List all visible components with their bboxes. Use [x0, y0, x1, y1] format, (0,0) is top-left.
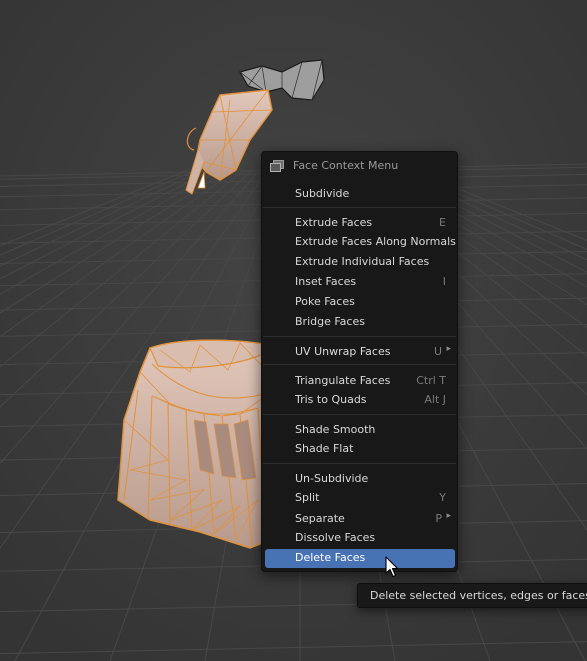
- menu-item-dissolve-faces[interactable]: Dissolve Faces: [265, 529, 455, 548]
- menu-item-shortcut: Ctrl T: [416, 374, 446, 387]
- menu-separator: [263, 463, 456, 464]
- menu-item-tris-to-quads[interactable]: Tris to Quads Alt J: [265, 391, 455, 410]
- menu-item-label: Inset Faces: [295, 275, 357, 288]
- menu-separator: [263, 414, 456, 415]
- menu-item-label: Extrude Faces Along Normals: [295, 235, 456, 248]
- menu-item-shortcut: Alt J: [424, 393, 446, 406]
- submenu-arrow-icon: ▸: [446, 511, 451, 521]
- menu-item-label: Poke Faces: [295, 295, 355, 308]
- menu-item-subdivide[interactable]: Subdivide: [265, 185, 455, 204]
- menu-item-label: Triangulate Faces: [295, 374, 391, 387]
- menu-item-label: Delete Faces: [295, 551, 366, 564]
- menu-item-shade-flat[interactable]: Shade Flat: [265, 440, 455, 459]
- menu-item-label: UV Unwrap Faces: [295, 345, 391, 358]
- menu-header: Face Context Menu: [262, 152, 457, 180]
- menu-item-shortcut: E: [439, 216, 446, 229]
- menu-item-extrude-faces[interactable]: Extrude Faces E: [265, 214, 455, 233]
- menu-item-triangulate-faces[interactable]: Triangulate Faces Ctrl T: [265, 372, 455, 391]
- tooltip: Delete selected vertices, edges or faces…: [357, 583, 587, 608]
- menu-item-uv-unwrap-faces[interactable]: UV Unwrap Faces U ▸: [265, 343, 455, 362]
- menu-item-split[interactable]: Split Y: [265, 489, 455, 508]
- menu-item-poke-faces[interactable]: Poke Faces: [265, 293, 455, 312]
- menu-item-bridge-faces[interactable]: Bridge Faces: [265, 313, 455, 332]
- menu-item-label: Subdivide: [295, 187, 350, 200]
- submenu-arrow-icon: ▸: [446, 344, 451, 354]
- menu-item-delete-faces[interactable]: Delete Faces: [265, 549, 455, 568]
- menu-item-shortcut: I: [442, 275, 446, 288]
- menu-item-label: Un-Subdivide: [295, 472, 369, 485]
- menu-item-shortcut: U: [433, 345, 442, 358]
- menu-separator: [263, 207, 456, 208]
- menu-separator: [263, 364, 456, 365]
- menu-item-label: Shade Smooth: [295, 423, 376, 436]
- mouse-pointer-icon: [385, 556, 399, 578]
- menu-item-shortcut: P: [435, 512, 442, 525]
- menu-item-inset-faces[interactable]: Inset Faces I: [265, 273, 455, 292]
- menu-item-extrude-faces-along-normals[interactable]: Extrude Faces Along Normals: [265, 233, 456, 252]
- menu-separator: [263, 336, 456, 337]
- menu-item-shade-smooth[interactable]: Shade Smooth: [265, 421, 455, 440]
- menu-item-label: Separate: [295, 512, 345, 525]
- menu-item-label: Bridge Faces: [295, 315, 365, 328]
- menu-item-label: Split: [295, 491, 320, 504]
- menu-item-label: Dissolve Faces: [295, 531, 376, 544]
- face-context-menu: Face Context Menu Subdivide Extrude Faces…: [261, 151, 458, 572]
- face-select-mode-icon: [270, 160, 284, 172]
- menu-item-label: Extrude Faces: [295, 216, 373, 229]
- menu-item-extrude-individual-faces[interactable]: Extrude Individual Faces: [265, 253, 455, 272]
- menu-item-shortcut: Y: [439, 491, 446, 504]
- menu-item-separate[interactable]: Separate P ▸: [265, 510, 455, 529]
- menu-item-label: Shade Flat: [295, 442, 354, 455]
- menu-item-label: Extrude Individual Faces: [295, 255, 430, 268]
- tooltip-description: Delete selected vertices, edges or faces…: [370, 589, 587, 602]
- menu-item-label: Tris to Quads: [295, 393, 367, 406]
- menu-title: Face Context Menu: [293, 159, 399, 172]
- tooltip-text: Delete selected vertices, edges or faces…: [370, 589, 587, 602]
- menu-item-un-subdivide[interactable]: Un-Subdivide: [265, 470, 455, 489]
